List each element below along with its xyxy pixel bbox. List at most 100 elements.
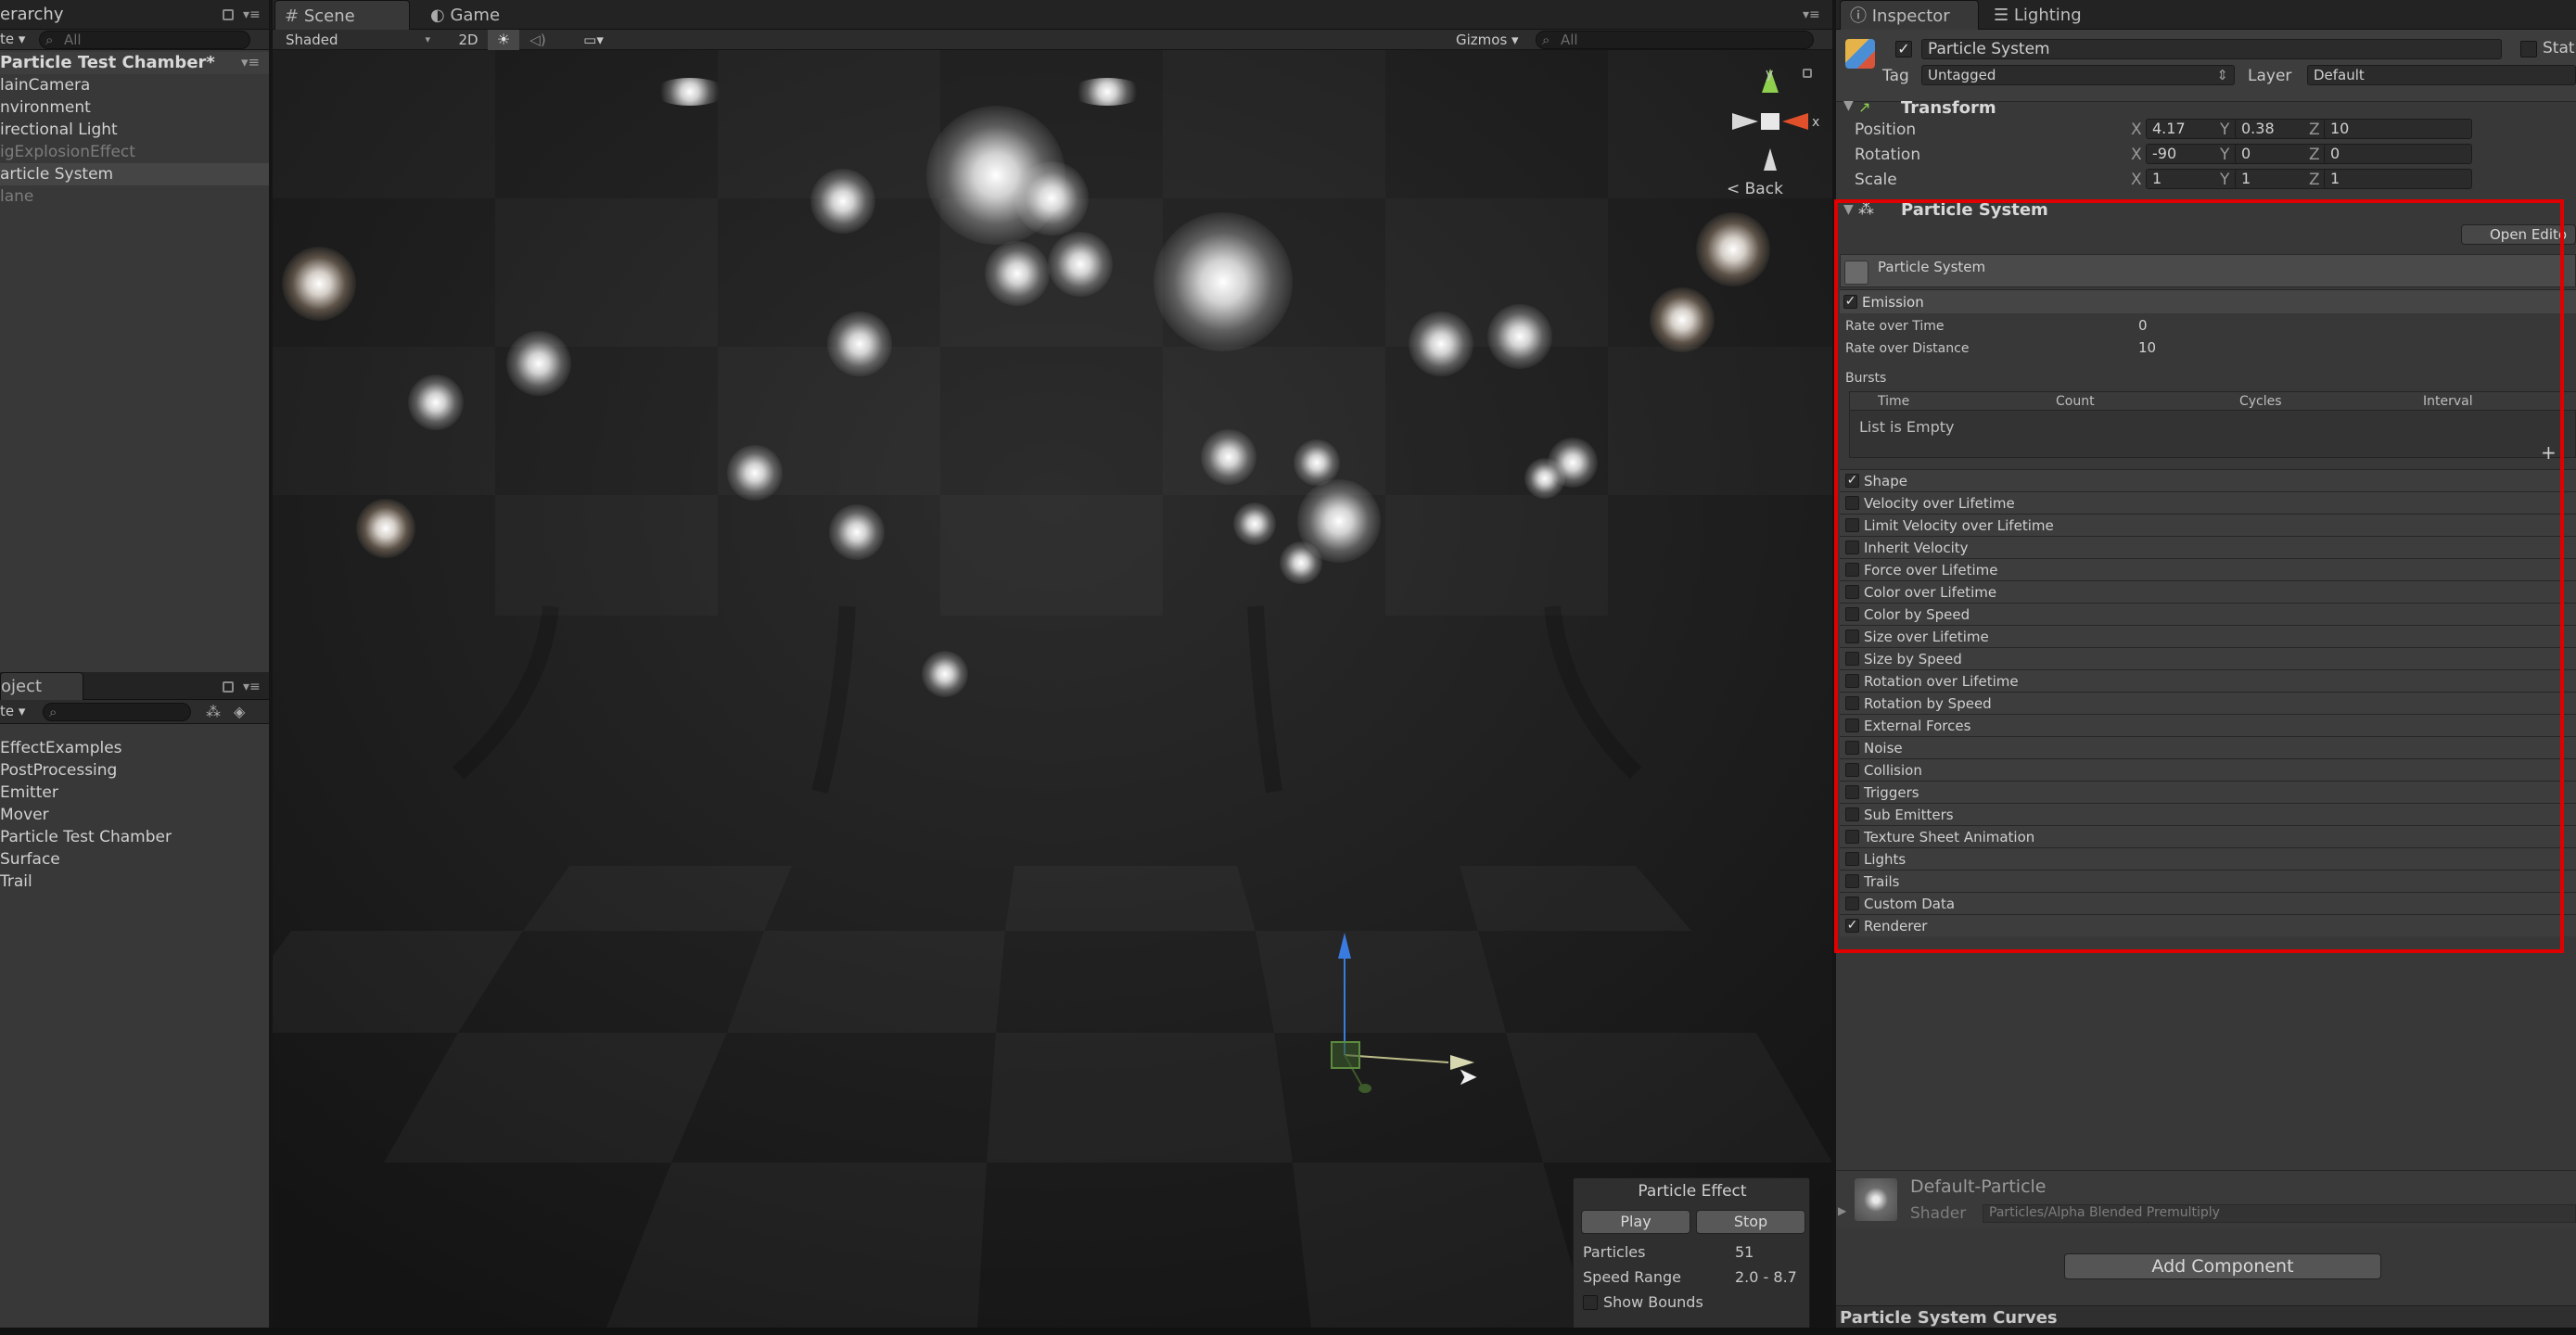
project-create-dropdown[interactable]: te ▾	[0, 703, 25, 719]
material-foldout-arrow-icon[interactable]: ▶	[1838, 1204, 1846, 1217]
tab-inspector[interactable]: ⓘ Inspector	[1840, 0, 1979, 32]
move-tool-handle[interactable]	[1307, 927, 1511, 1094]
transform-z-field[interactable]: 10	[2324, 119, 2472, 139]
shading-mode-dropdown[interactable]: Shaded ▾	[286, 30, 434, 50]
project-folder-item[interactable]: EffectExamples	[0, 737, 122, 759]
gizmo-axis-x-label: x	[1812, 115, 1819, 130]
scene-menu-icon[interactable]: ▾≡	[241, 54, 260, 70]
particles-label: Particles	[1583, 1243, 1646, 1261]
transform-row-label: Position	[1855, 121, 1917, 139]
transform-foldout-arrow-icon[interactable]: ▼	[1843, 98, 1854, 113]
axis-x-label[interactable]: X	[2131, 146, 2142, 164]
project-folder-item[interactable]: Particle Test Chamber	[0, 826, 172, 848]
gizmo-neg-y-cone[interactable]	[1764, 148, 1777, 171]
add-component-button[interactable]: Add Component	[2064, 1253, 2381, 1279]
project-panel: oject ▾≡ te ▾ ⌕ ⁂ ◈ EffectExamples PostPr…	[0, 672, 269, 1335]
gizmo-back-label[interactable]: < Back	[1727, 180, 1783, 198]
particle	[985, 241, 1050, 306]
axis-y-label[interactable]: Y	[2220, 146, 2229, 164]
hierarchy-search-input[interactable]: ⌕ All	[39, 31, 250, 49]
gizmo-x-cone[interactable]	[1782, 113, 1808, 130]
lock-icon[interactable]	[223, 9, 234, 20]
transform-z-field[interactable]: 1	[2324, 169, 2472, 189]
hierarchy-toolbar: te ▾ ⌕ All	[0, 30, 269, 50]
audio-toggle-icon[interactable]: ◁)	[525, 30, 551, 50]
transform-title[interactable]: Transform	[1901, 98, 1996, 118]
filter-label-icon[interactable]: ◈	[234, 703, 245, 720]
tag-label: Tag	[1882, 67, 1909, 85]
project-folder-item[interactable]: Trail	[0, 871, 32, 893]
project-folder-item[interactable]: PostProcessing	[0, 759, 117, 782]
hierarchy-item[interactable]: nvironment	[0, 96, 91, 119]
particle-effect-title: Particle Effect	[1638, 1182, 1747, 1201]
static-checkbox[interactable]	[2520, 41, 2537, 57]
curves-header[interactable]: Particle System Curves	[1836, 1305, 2576, 1328]
scene-panel-menu-icon[interactable]: ▾≡	[1803, 7, 1820, 22]
tab-scene[interactable]: # Scene	[274, 0, 410, 32]
static-label: Stat	[2543, 39, 2575, 57]
project-folder-item[interactable]: Emitter	[0, 782, 58, 804]
particle	[827, 312, 892, 376]
project-tab[interactable]: oject	[0, 672, 83, 700]
project-lock-icon[interactable]	[223, 681, 234, 693]
search-placeholder: All	[64, 32, 82, 48]
gizmo-axis-y-label: y	[1766, 67, 1773, 82]
project-folder-item[interactable]: Surface	[0, 848, 60, 871]
hierarchy-item[interactable]: irectional Light	[0, 119, 118, 141]
gizmo-lock-icon[interactable]	[1803, 69, 1812, 78]
handle-z-cone[interactable]	[1338, 933, 1351, 959]
gizmo-center-cube[interactable]	[1761, 113, 1779, 130]
axis-z-label[interactable]: Z	[2309, 121, 2320, 139]
gizmos-dropdown[interactable]: Gizmos ▾	[1456, 30, 1530, 50]
handle-plane-square[interactable]	[1331, 1041, 1360, 1069]
create-dropdown[interactable]: te ▾	[0, 31, 25, 47]
info-icon: ⓘ	[1850, 6, 1867, 26]
effects-toggle-icon[interactable]: ▭▾	[579, 30, 608, 50]
object-header: ✓ Particle System Stat Tag Untagged ⇕ La…	[1836, 30, 2576, 102]
handle-y-cone[interactable]	[1358, 1084, 1371, 1093]
hierarchy-item[interactable]: lainCamera	[0, 74, 90, 96]
toggle-2d-button[interactable]: 2D	[454, 30, 482, 50]
particle	[1233, 502, 1276, 545]
gameobject-cube-icon	[1845, 39, 1875, 69]
tab-lighting[interactable]: ☰ Lighting	[1984, 0, 2114, 32]
stop-button[interactable]: Stop	[1696, 1210, 1805, 1234]
inspector-tabbar: ⓘ Inspector ☰ Lighting	[1836, 0, 2576, 32]
axis-z-label[interactable]: Z	[2309, 146, 2320, 164]
scene-header[interactable]: Particle Test Chamber* ▾≡	[0, 52, 269, 74]
object-name-field[interactable]: Particle System	[1921, 39, 2502, 59]
scene-viewport[interactable]: y x < Back ➤ Particle Effect Play Stop P…	[273, 50, 1832, 1328]
lighting-toggle-icon[interactable]: ☀	[488, 30, 519, 50]
panel-menu-icon[interactable]: ▾≡	[243, 7, 261, 22]
orientation-gizmo[interactable]: y x	[1701, 67, 1832, 187]
scene-search-input[interactable]: ⌕ All	[1536, 31, 1814, 49]
axis-x-label[interactable]: X	[2131, 121, 2142, 139]
hierarchy-item[interactable]: article System	[0, 163, 269, 185]
axis-x-label[interactable]: X	[2131, 171, 2142, 189]
project-search-input[interactable]: ⌕	[43, 703, 191, 721]
active-checkbox[interactable]: ✓	[1895, 41, 1912, 57]
hierarchy-item[interactable]: igExplosionEffect	[0, 141, 135, 163]
axis-y-label[interactable]: Y	[2220, 121, 2229, 139]
layer-dropdown[interactable]: Default	[2307, 65, 2576, 85]
particle	[727, 445, 783, 501]
project-folder-item[interactable]: Mover	[0, 804, 49, 826]
transform-z-field[interactable]: 0	[2324, 144, 2472, 164]
material-name: Default-Particle	[1910, 1176, 2047, 1197]
project-menu-icon[interactable]: ▾≡	[243, 680, 261, 694]
shader-dropdown[interactable]: Particles/Alpha Blended Premultiply	[1983, 1204, 2576, 1223]
hierarchy-item[interactable]: lane	[0, 185, 33, 208]
material-section: ▶ Default-Particle Shader Particles/Alph…	[1836, 1170, 2576, 1227]
filter-type-icon[interactable]: ⁂	[206, 703, 221, 720]
hierarchy-tab[interactable]: erarchy	[0, 0, 63, 30]
hierarchy-panel: erarchy ▾≡ te ▾ ⌕ All Particle Test Cham…	[0, 0, 269, 672]
bottom-bar	[0, 1328, 2576, 1335]
show-bounds-checkbox[interactable]	[1583, 1295, 1598, 1310]
axis-z-label[interactable]: Z	[2309, 171, 2320, 189]
axis-y-label[interactable]: Y	[2220, 171, 2229, 189]
tab-game[interactable]: ◐ Game	[421, 0, 532, 32]
tag-dropdown[interactable]: Untagged ⇕	[1921, 65, 2235, 85]
material-preview-icon	[1855, 1178, 1897, 1221]
play-button[interactable]: Play	[1581, 1210, 1690, 1234]
gizmo-neg-x-cone[interactable]	[1732, 113, 1758, 130]
